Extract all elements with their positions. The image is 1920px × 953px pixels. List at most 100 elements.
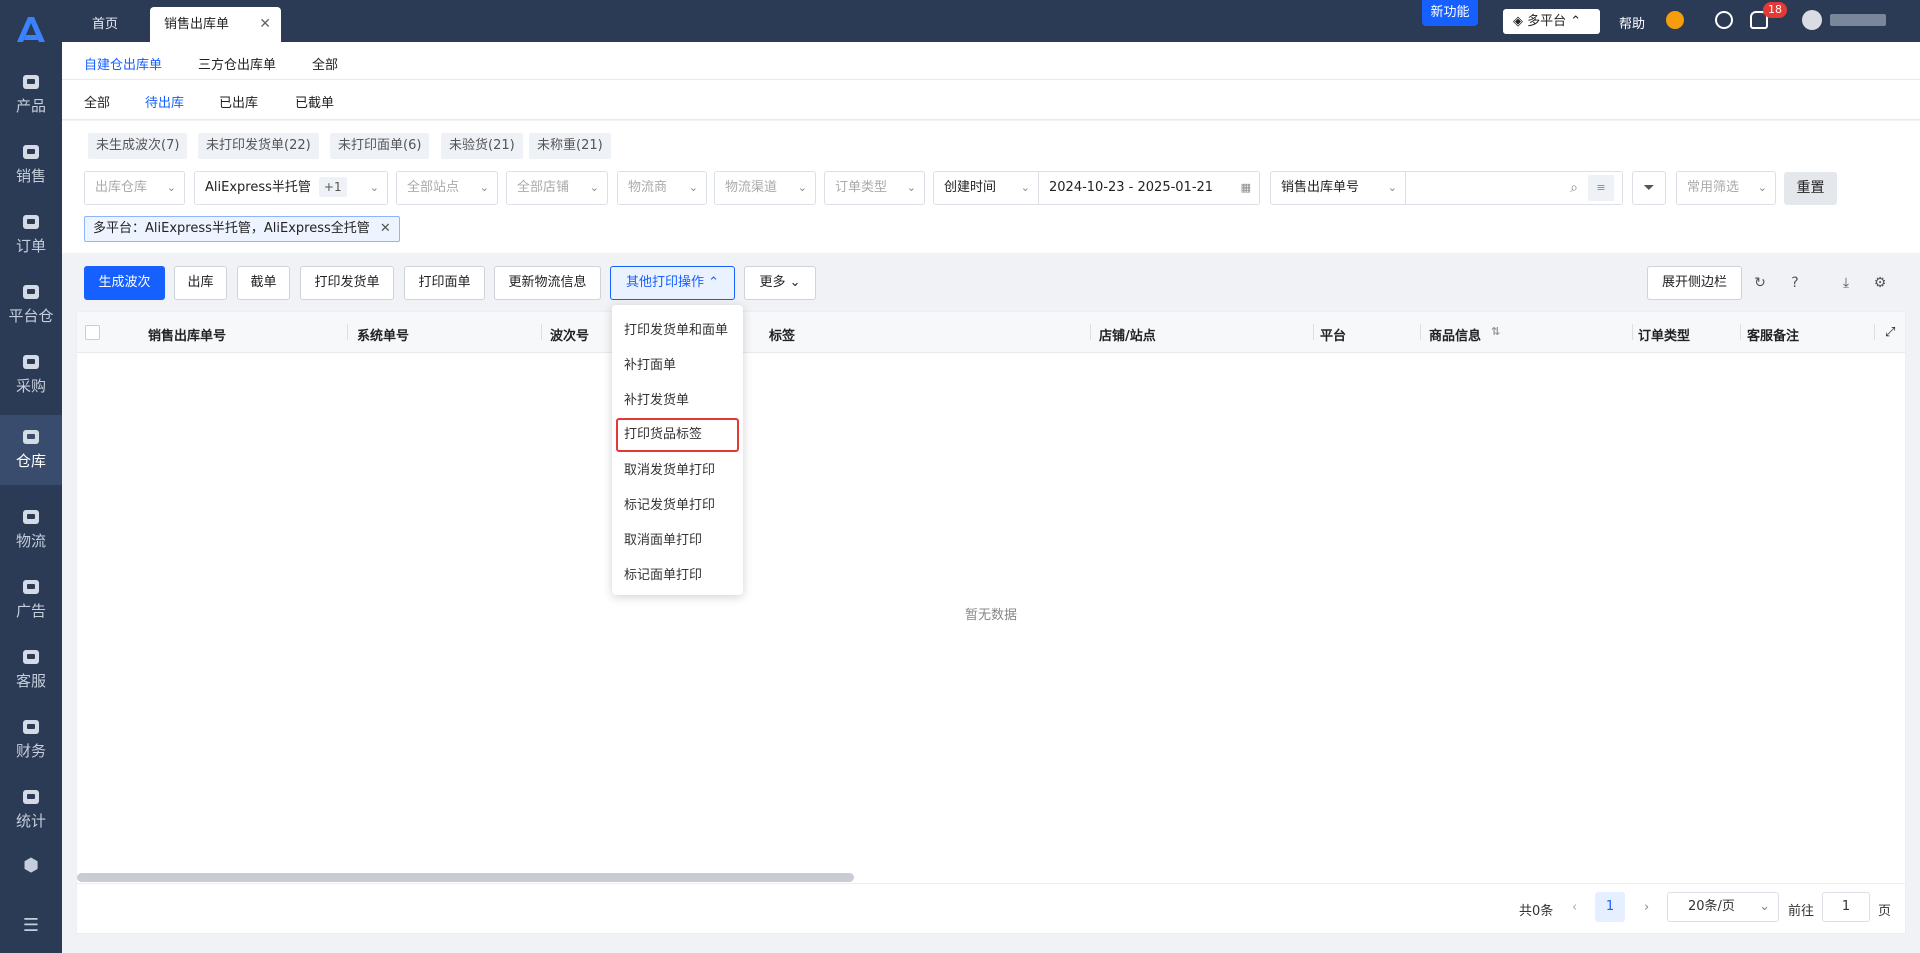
menu-item-mark-invoice-printed[interactable]: 标记发货单打印	[612, 489, 743, 523]
column-header[interactable]: 商品信息	[1429, 325, 1481, 344]
menu-item-print-product-label[interactable]: 打印货品标签	[616, 418, 739, 452]
search-input[interactable]: ⌕ ≡	[1405, 171, 1623, 205]
column-header[interactable]: 平台	[1320, 325, 1346, 344]
column-settings-icon[interactable]: ⚙	[1872, 275, 1888, 291]
refresh-icon[interactable]: ↻	[1752, 275, 1768, 291]
tab-status-cut[interactable]: 已截单	[295, 92, 334, 111]
common-filter-select[interactable]: 常用筛选 ⌄	[1676, 171, 1776, 205]
username-redacted[interactable]	[1830, 14, 1886, 26]
search-icon[interactable]: ⌕	[1570, 172, 1578, 204]
menu-item-cancel-label-print[interactable]: 取消面单打印	[612, 524, 743, 558]
sidebar-item-products[interactable]: 产品	[0, 60, 62, 130]
quick-filter-chip[interactable]: 未打印面单(6)	[330, 133, 430, 159]
date-range-picker[interactable]: 2024-10-23 - 2025-01-21 ▦	[1038, 171, 1260, 205]
tab-status-shipped[interactable]: 已出库	[219, 92, 258, 111]
chevron-left-icon[interactable]: ‹	[1572, 900, 1577, 915]
column-divider[interactable]	[347, 324, 348, 340]
sidebar-item-service[interactable]: 客服	[0, 635, 62, 705]
page-size-select[interactable]: 20条/页 ⌄	[1667, 892, 1779, 922]
sidebar-item-purchase[interactable]: 采购	[0, 340, 62, 410]
settings-icon[interactable]: ⬢	[0, 845, 62, 885]
menu-item-reprint-label[interactable]: 补打面单	[612, 349, 743, 383]
print-label-button[interactable]: 打印面单	[404, 266, 485, 300]
channel-select[interactable]: 物流渠道 ⌄	[714, 171, 816, 205]
column-divider[interactable]	[1874, 324, 1875, 340]
shop-select[interactable]: 全部店铺 ⌄	[506, 171, 608, 205]
sidebar-item-logistics[interactable]: 物流	[0, 495, 62, 565]
tab-third-party-warehouse[interactable]: 三方仓出库单	[198, 54, 276, 73]
fullscreen-icon[interactable]: ⤢	[1885, 325, 1895, 340]
help-link[interactable]: 帮助	[1619, 13, 1645, 32]
site-select[interactable]: 全部站点 ⌄	[396, 171, 498, 205]
customer-service-icon[interactable]	[1666, 11, 1684, 29]
tab-status-pending[interactable]: 待出库	[145, 92, 185, 124]
menu-item-reprint-invoice[interactable]: 补打发货单	[612, 384, 743, 418]
other-print-actions-button[interactable]: 其他打印操作 ⌃	[610, 266, 735, 300]
new-feature-button[interactable]: 新功能	[1422, 0, 1478, 26]
close-icon[interactable]: ✕	[259, 7, 271, 42]
outbound-button[interactable]: 出库	[174, 266, 227, 300]
tab-all-warehouses[interactable]: 全部	[312, 54, 338, 73]
quick-filter-chip[interactable]: 未生成波次(7)	[88, 133, 188, 159]
warehouse-select[interactable]: 出库仓库 ⌄	[84, 171, 185, 205]
order-type-select[interactable]: 订单类型 ⌄	[824, 171, 925, 205]
app-logo[interactable]	[0, 8, 62, 50]
avatar[interactable]	[1802, 10, 1822, 30]
sidebar-item-finance[interactable]: 财务	[0, 705, 62, 775]
column-divider[interactable]	[1420, 324, 1421, 340]
expand-sidebar-button[interactable]: 展开侧边栏	[1647, 266, 1742, 300]
column-header[interactable]: 波次号	[550, 325, 589, 344]
menu-item-cancel-invoice-print[interactable]: 取消发货单打印	[612, 454, 743, 488]
tab-sales-outbound[interactable]: 销售出库单 ✕	[150, 7, 281, 42]
tab-status-all[interactable]: 全部	[84, 92, 110, 111]
sort-icon[interactable]: ⇅	[1491, 325, 1500, 338]
quick-filter-chip[interactable]: 未称重(21)	[529, 133, 611, 159]
sidebar-item-orders[interactable]: 订单	[0, 200, 62, 270]
column-header[interactable]: 销售出库单号	[148, 325, 226, 344]
horizontal-scrollbar[interactable]	[77, 873, 854, 882]
tab-self-warehouse[interactable]: 自建仓出库单	[84, 54, 163, 85]
close-icon[interactable]: ✕	[380, 221, 391, 236]
column-divider[interactable]	[1313, 324, 1314, 340]
column-header[interactable]: 店铺/站点	[1099, 325, 1156, 344]
menu-item-print-invoice-and-label[interactable]: 打印发货单和面单	[612, 314, 743, 348]
search-field-select[interactable]: 销售出库单号 ⌄	[1270, 171, 1406, 205]
collapse-menu-icon[interactable]: ☰	[0, 905, 62, 945]
download-icon[interactable]	[1715, 11, 1733, 29]
help-circle-icon[interactable]: ?	[1787, 275, 1803, 291]
column-header[interactable]: 客服备注	[1747, 325, 1799, 344]
quick-filter-chip[interactable]: 未验货(21)	[441, 133, 523, 159]
column-divider[interactable]	[1632, 324, 1633, 340]
column-divider[interactable]	[1740, 324, 1741, 340]
column-header[interactable]: 标签	[769, 325, 795, 344]
download-icon[interactable]: ⤓	[1838, 275, 1854, 291]
carrier-select[interactable]: 物流商 ⌄	[617, 171, 707, 205]
more-button[interactable]: 更多 ⌄	[744, 266, 816, 300]
cut-order-button[interactable]: 截单	[237, 266, 290, 300]
column-header[interactable]: 系统单号	[357, 325, 409, 344]
sidebar-item-platform-warehouse[interactable]: 平台仓	[0, 270, 62, 340]
column-divider[interactable]	[1090, 324, 1091, 340]
filter-config-icon[interactable]: ⏷	[1632, 171, 1666, 205]
multi-line-search-icon[interactable]: ≡	[1588, 175, 1614, 201]
column-header[interactable]: 订单类型	[1638, 325, 1690, 344]
reset-button[interactable]: 重置	[1784, 172, 1837, 205]
sidebar-item-warehouse[interactable]: 仓库	[0, 415, 62, 485]
platform-select[interactable]: AliExpress半托管 +1 ⌄	[194, 171, 388, 205]
sidebar-item-stats[interactable]: 统计	[0, 775, 62, 845]
sidebar-item-ads[interactable]: 广告	[0, 565, 62, 635]
time-type-select[interactable]: 创建时间 ⌄	[933, 171, 1039, 205]
chevron-right-icon[interactable]: ›	[1644, 900, 1649, 915]
quick-filter-chip[interactable]: 未打印发货单(22)	[198, 133, 319, 159]
tab-home[interactable]: 首页	[78, 7, 132, 42]
select-all-checkbox[interactable]	[85, 325, 100, 340]
sidebar-item-sales[interactable]: 销售	[0, 130, 62, 200]
page-button-current[interactable]: 1	[1595, 892, 1625, 922]
generate-wave-button[interactable]: 生成波次	[84, 266, 165, 300]
menu-item-mark-label-printed[interactable]: 标记面单打印	[612, 559, 743, 593]
update-logistics-button[interactable]: 更新物流信息	[494, 266, 601, 300]
platform-switch-button[interactable]: ◈ 多平台 ⌃	[1503, 9, 1600, 34]
print-invoice-button[interactable]: 打印发货单	[300, 266, 394, 300]
column-divider[interactable]	[541, 324, 542, 340]
goto-page-input[interactable]: 1	[1822, 892, 1870, 922]
